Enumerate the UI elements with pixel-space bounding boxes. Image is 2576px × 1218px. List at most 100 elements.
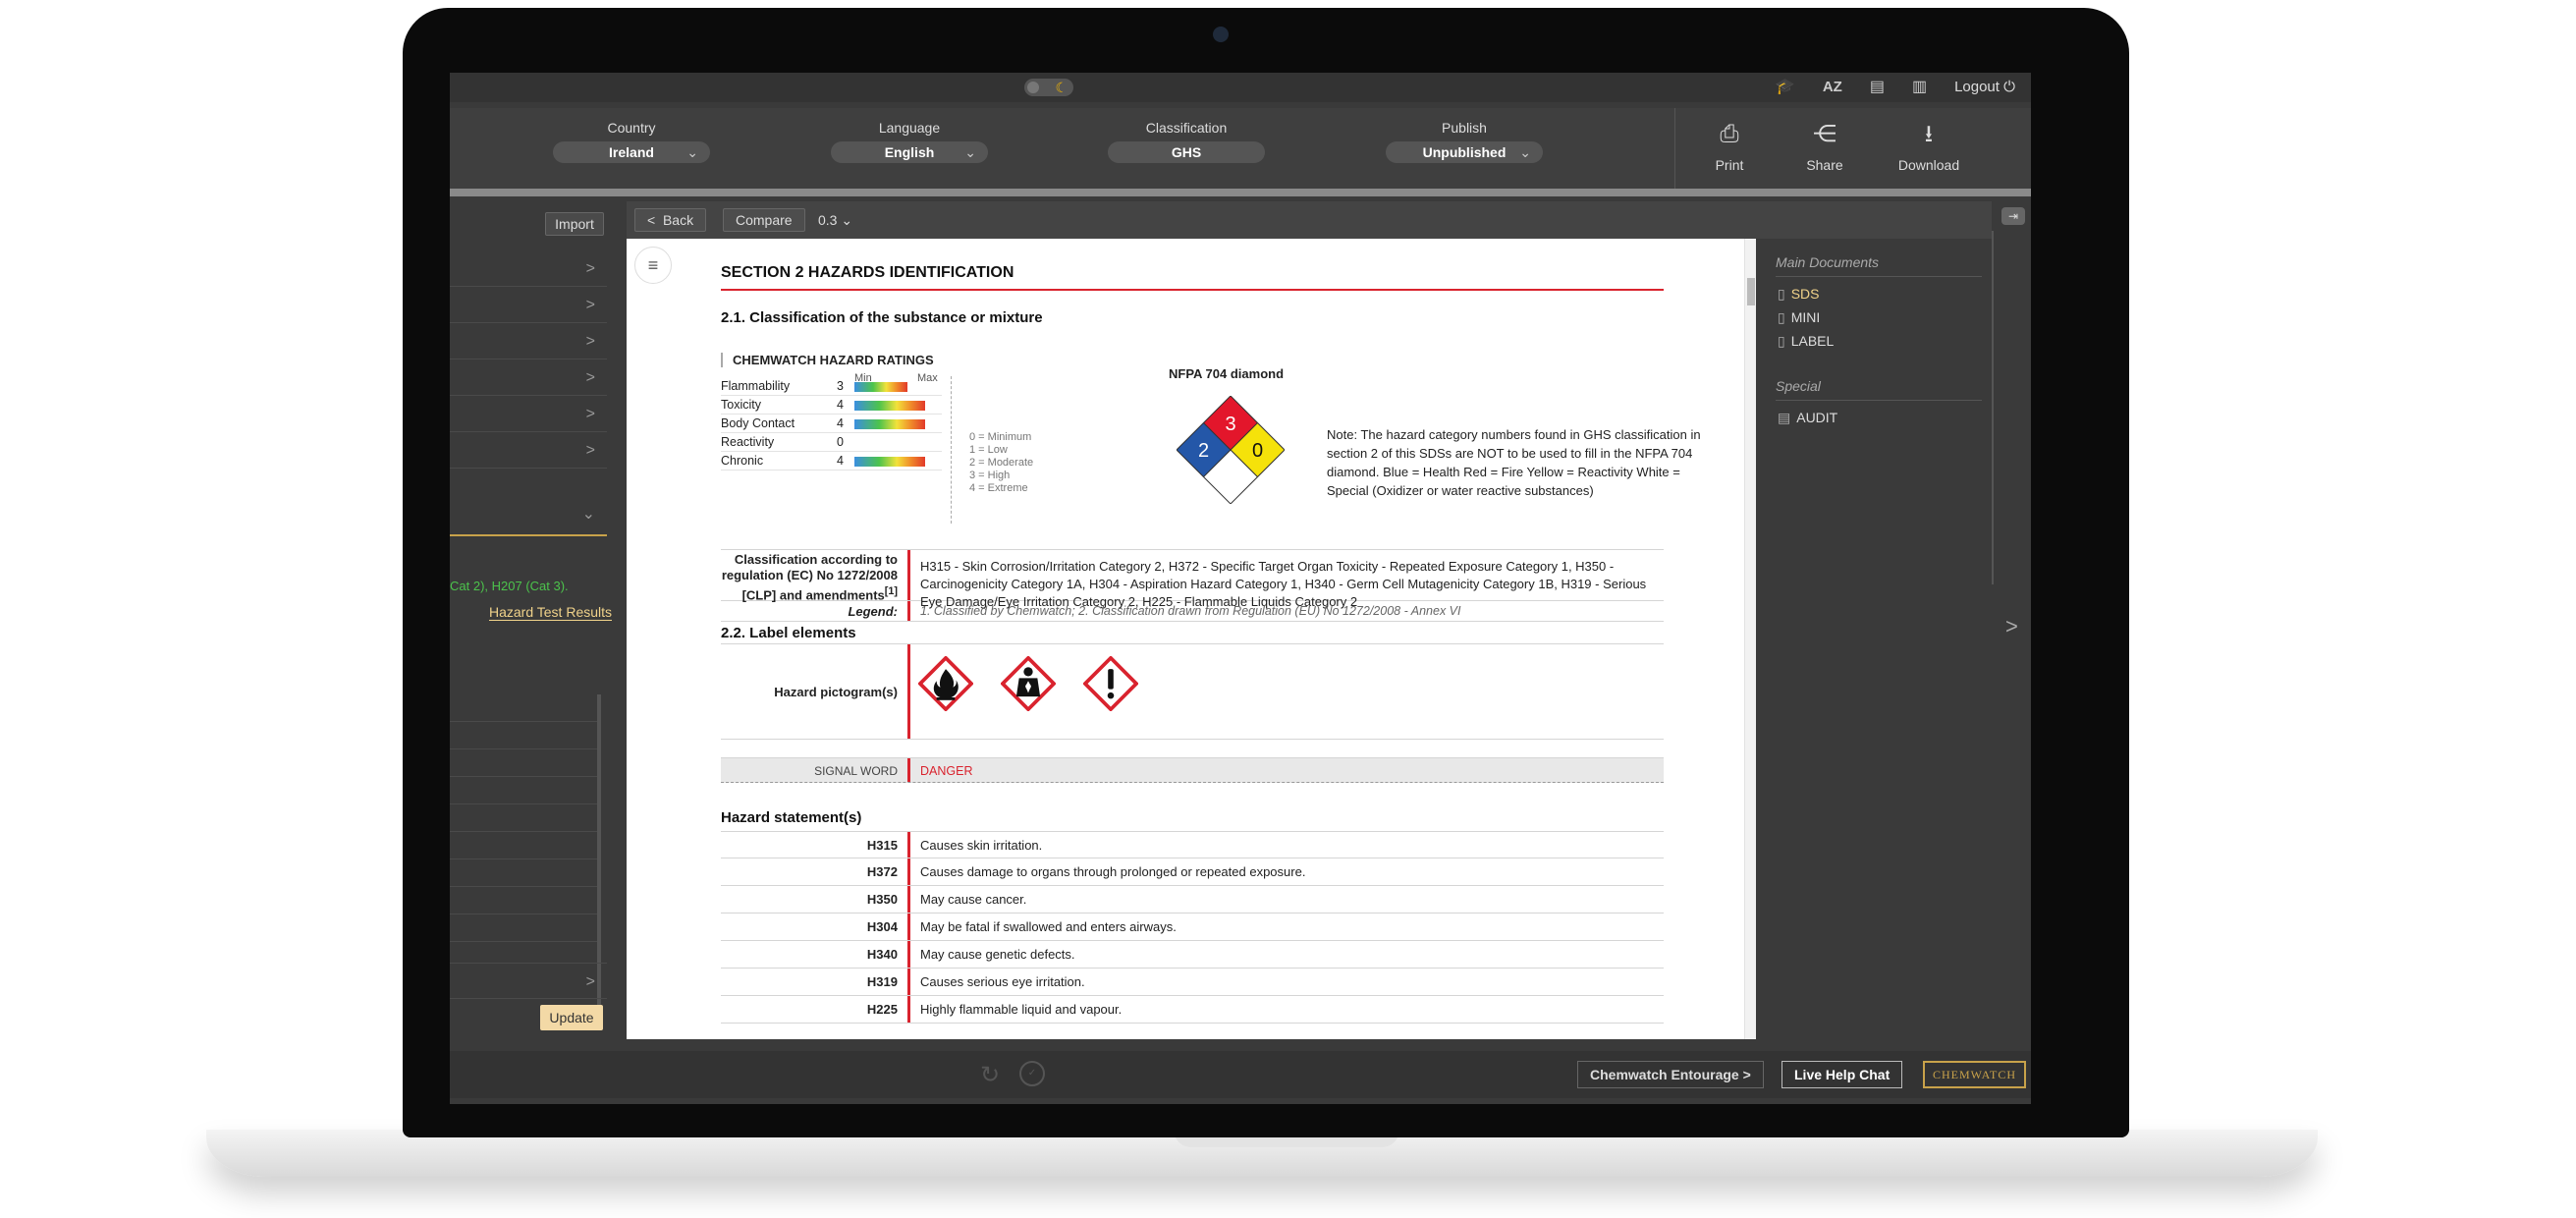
app-screen: ☾ 🎓 AZ ▤ ▥ Logout ⏻ Country Ireland ⌄ Lan…	[450, 73, 2031, 1104]
signal-word-table: SIGNAL WORD DANGER	[721, 757, 1664, 783]
left-sub-row[interactable]	[450, 914, 597, 942]
left-sub-row[interactable]	[450, 694, 597, 722]
rating-row: Reactivity 0	[721, 432, 942, 452]
signal-word-value: DANGER	[907, 758, 1664, 782]
classification-sup: [1]	[884, 585, 898, 597]
left-sub-row[interactable]	[450, 777, 597, 804]
left-sub-row[interactable]	[450, 722, 597, 749]
moon-icon: ☾	[1055, 80, 1068, 95]
top-bar: ☾ 🎓 AZ ▤ ▥ Logout ⏻	[450, 73, 2031, 102]
clipboard-icon[interactable]: ▤	[1870, 73, 1885, 102]
az-icon[interactable]: AZ	[1823, 73, 1842, 102]
hazard-text: Causes damage to organs through prolonge…	[907, 858, 1664, 885]
hazard-test-results-link[interactable]: Hazard Test Results	[489, 604, 613, 621]
left-menu-item[interactable]: >	[450, 396, 607, 432]
pictogram-cell	[907, 644, 1664, 739]
left-menu-item[interactable]: >	[450, 432, 607, 469]
classification-label-text: Classification according to regulation (…	[721, 552, 898, 603]
download-button[interactable]: ⭳ Download	[1890, 118, 1968, 173]
refresh-logo-icon: ↻	[980, 1062, 1001, 1088]
exit-panel-icon[interactable]: ⇥	[2001, 207, 2025, 225]
document-link-audit[interactable]: ▤ AUDIT	[1778, 410, 1837, 426]
logout-button[interactable]: Logout ⏻	[1954, 73, 2015, 102]
language-selector[interactable]: Language English ⌄	[831, 120, 988, 163]
hazard-statement-row: H225 Highly flammable liquid and vapour.	[721, 996, 1664, 1024]
document-link-sds[interactable]: ▯ SDS	[1778, 286, 1820, 303]
update-button[interactable]: Update	[540, 1005, 603, 1030]
print-button[interactable]: ⎙ Print	[1690, 118, 1769, 173]
divider	[1776, 400, 1982, 401]
share-icon: ⋲	[1813, 121, 1836, 147]
theme-toggle[interactable]: ☾	[1024, 79, 1073, 96]
classification-selector[interactable]: Classification GHS	[1108, 120, 1265, 163]
main-documents-title: Main Documents	[1776, 254, 1880, 270]
live-help-chat-button[interactable]: Live Help Chat	[1781, 1061, 1903, 1088]
scroll-thumb[interactable]	[1747, 278, 1755, 305]
rating-name: Body Contact	[721, 416, 795, 430]
nfpa-note: Note: The hazard category numbers found …	[1327, 427, 1701, 498]
left-menu-item[interactable]: >	[450, 963, 607, 999]
left-sub-row[interactable]	[450, 749, 597, 777]
rating-value: 4	[837, 454, 844, 468]
import-button[interactable]: Import	[545, 212, 604, 236]
left-menu-item-expanded[interactable]: ⌄	[450, 496, 607, 532]
rating-bar	[854, 401, 925, 411]
back-button[interactable]: < Back	[634, 208, 707, 232]
health-hazard-pictogram-icon	[1001, 656, 1056, 711]
publish-selector[interactable]: Publish Unpublished ⌄	[1386, 120, 1543, 163]
divider-strip	[450, 189, 2031, 196]
hazard-text: Causes skin irritation.	[907, 832, 1664, 858]
hazard-code: H372	[866, 864, 898, 879]
hazard-statements-table: H315 Causes skin irritation. H372 Causes da…	[721, 831, 1664, 1024]
publish-select[interactable]: Unpublished ⌄	[1386, 141, 1543, 163]
left-sub-row[interactable]	[450, 887, 597, 914]
document-link-mini[interactable]: ▯ MINI	[1778, 309, 1820, 326]
bottom-bar: ↻ ✓ Chemwatch Entourage > Live Help Chat…	[450, 1051, 2031, 1098]
left-menu-item[interactable]: >	[450, 287, 607, 323]
share-button[interactable]: ⋲ Share	[1785, 118, 1864, 173]
rating-row: Chronic 4	[721, 451, 942, 471]
language-select[interactable]: English ⌄	[831, 141, 988, 163]
left-menu-item[interactable]: >	[450, 360, 607, 396]
camera-icon	[1213, 27, 1229, 42]
hazard-statement-row: H315 Causes skin irritation.	[721, 831, 1664, 858]
document-scrollbar[interactable]	[1744, 239, 1756, 1039]
chevron-right-icon: >	[585, 260, 595, 277]
left-menu-item[interactable]: >	[450, 323, 607, 360]
book-icon[interactable]: ▥	[1912, 73, 1927, 102]
nfpa-fire-value: 3	[1225, 414, 1235, 435]
country-select[interactable]: Ireland ⌄	[553, 141, 710, 163]
left-sub-row[interactable]	[450, 804, 597, 832]
hazard-statement-row: H350 May cause cancer.	[721, 886, 1664, 914]
country-label: Country	[607, 120, 656, 136]
language-label: Language	[878, 120, 941, 136]
left-sub-row[interactable]	[450, 832, 597, 859]
chevron-right-icon: >	[585, 297, 595, 313]
left-menu-item[interactable]: >	[450, 250, 607, 287]
ratings-divider	[951, 376, 952, 524]
document-icon: ▯	[1778, 286, 1785, 302]
chemwatch-entourage-button[interactable]: Chemwatch Entourage >	[1577, 1061, 1764, 1088]
classification-select[interactable]: GHS	[1108, 141, 1265, 163]
legend-row: Legend: 1. Classified by Chemwatch; 2. C…	[721, 601, 1664, 622]
section-title: SECTION 2 HAZARDS IDENTIFICATION	[721, 264, 1014, 281]
compare-button[interactable]: Compare	[723, 208, 805, 232]
signal-word-row: SIGNAL WORD DANGER	[721, 757, 1664, 783]
scale-legend-item: 1 = Low	[969, 444, 1008, 456]
country-selector[interactable]: Country Ireland ⌄	[553, 120, 710, 163]
graduation-cap-icon[interactable]: 🎓	[1776, 73, 1795, 102]
left-sub-row[interactable]	[450, 859, 597, 887]
rating-row: Body Contact 4	[721, 414, 942, 433]
hazard-statement-row: H340 May cause genetic defects.	[721, 941, 1664, 969]
label-doc-label: LABEL	[1790, 333, 1835, 349]
classification-label: Classification according to regulation (…	[721, 550, 907, 603]
chevron-right-icon: >	[585, 406, 595, 422]
version-select[interactable]: 0.3 ⌄	[818, 208, 852, 232]
hazard-statement-row: H372 Causes damage to organs through prol…	[721, 858, 1664, 886]
menu-icon[interactable]: ≡	[634, 247, 672, 284]
divider	[1776, 276, 1982, 277]
hazard-text: Highly flammable liquid and vapour.	[907, 996, 1664, 1023]
document-link-label[interactable]: ▯ LABEL	[1778, 333, 1834, 350]
sun-icon	[1027, 82, 1039, 93]
chevron-right-icon[interactable]: >	[2005, 614, 2018, 639]
